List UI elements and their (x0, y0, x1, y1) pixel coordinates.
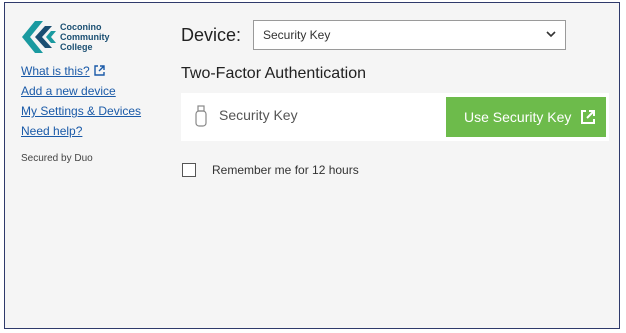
my-settings-devices-link[interactable]: My Settings & Devices (21, 101, 161, 121)
usb-key-icon (195, 105, 207, 127)
main-panel: Device: Security Key Two-Factor Authenti… (181, 19, 611, 179)
use-security-key-button[interactable]: Use Security Key (446, 97, 606, 137)
college-logo: Coconino Community College (21, 17, 161, 57)
external-link-icon (581, 110, 595, 124)
what-is-this-link[interactable]: What is this? (21, 61, 161, 81)
remember-row: Remember me for 12 hours (181, 161, 611, 179)
auth-method-row: Security Key Use Security Key (181, 93, 609, 141)
remember-label: Remember me for 12 hours (212, 163, 359, 177)
device-select[interactable]: Security Key (253, 20, 566, 50)
device-row: Device: Security Key (181, 19, 611, 51)
sidebar: Coconino Community College What is this?… (21, 17, 161, 164)
sidebar-links: What is this? Add a new device My Settin… (21, 61, 161, 141)
need-help-link[interactable]: Need help? (21, 121, 161, 141)
logo-line-1: Coconino (60, 22, 102, 32)
use-security-key-label: Use Security Key (464, 109, 572, 125)
device-label: Device: (181, 24, 242, 45)
page-title: Two-Factor Authentication (181, 65, 366, 82)
what-is-this-label: What is this? (21, 64, 90, 78)
logo-line-3: College (60, 42, 93, 52)
ccc-chevron-logo-icon (22, 21, 56, 53)
logo-line-2: Community (60, 32, 110, 42)
duo-frame: Coconino Community College What is this?… (4, 2, 620, 329)
method-label: Security Key (219, 107, 298, 123)
chevron-down-icon (546, 31, 556, 38)
add-new-device-link[interactable]: Add a new device (21, 81, 161, 101)
secured-by-duo: Secured by Duo (21, 153, 93, 164)
device-select-value: Security Key (263, 28, 331, 42)
logo-text: Coconino Community College (60, 22, 110, 52)
external-link-icon (94, 65, 105, 76)
remember-checkbox[interactable] (182, 163, 196, 177)
